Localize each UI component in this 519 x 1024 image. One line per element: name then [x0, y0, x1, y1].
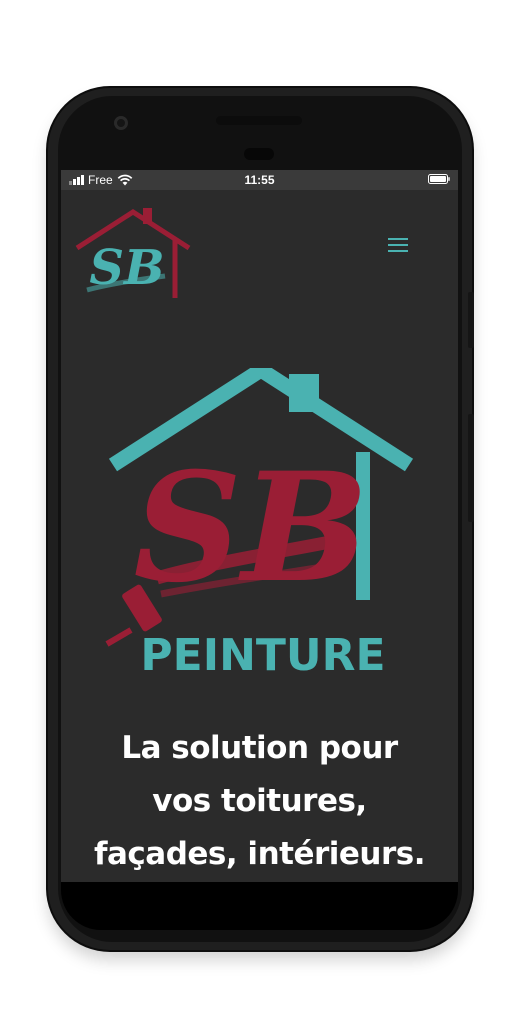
front-camera-icon [114, 116, 128, 130]
logo-monogram: SB [133, 440, 368, 616]
logo-word: PEINTURE [140, 630, 385, 678]
sb-peinture-logo: SB PEINTURE [105, 368, 414, 678]
status-bar: Free 11:55 [61, 170, 458, 190]
headline-line-2: vos toitures, [152, 783, 367, 819]
headline-line-1: La solution pour [121, 730, 398, 766]
hamburger-menu-button[interactable] [385, 234, 411, 256]
power-button [468, 414, 474, 522]
clock: 11:55 [244, 173, 275, 187]
earpiece-speaker [216, 116, 302, 125]
proximity-sensor [244, 148, 274, 160]
phone-chin [61, 882, 458, 930]
battery-icon [428, 174, 450, 184]
headline-line-3: façades, intérieurs. [94, 836, 426, 872]
small-logo-monogram: SB [89, 240, 164, 296]
phone-screen: Free 11:55 SB SB PEINTURE La solution po… [61, 170, 458, 882]
sb-logo-small[interactable]: SB [73, 206, 193, 302]
hero-headline: La solution pour vos toitures, façades, … [61, 722, 458, 881]
volume-button [468, 292, 474, 348]
